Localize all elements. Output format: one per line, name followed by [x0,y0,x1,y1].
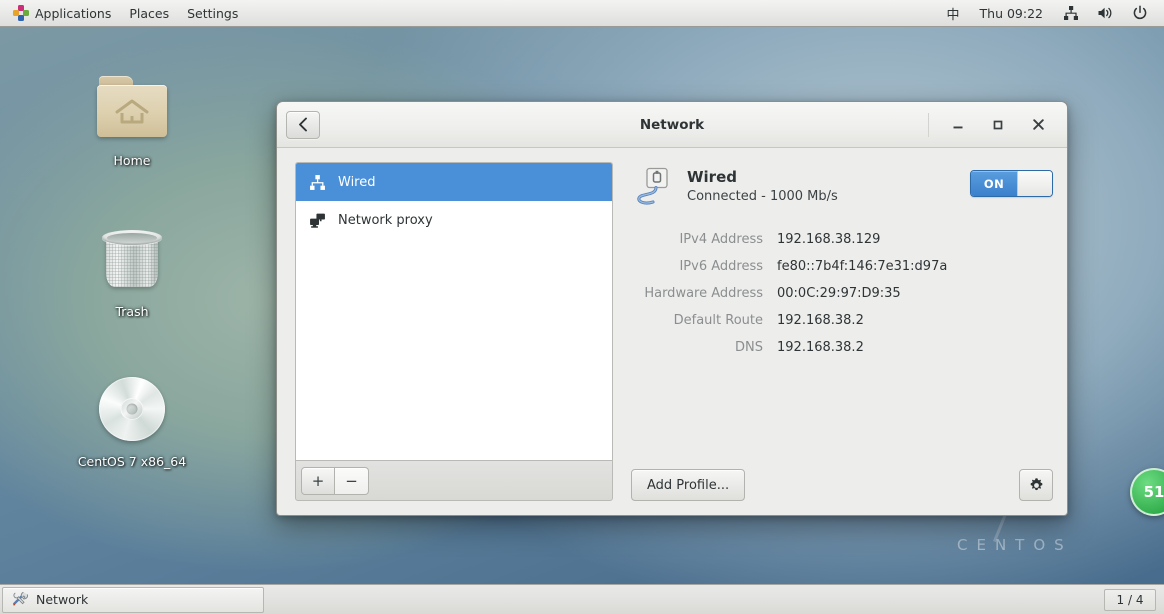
desktop-icon-trash[interactable]: Trash [67,221,197,319]
connection-toggle-label: ON [971,171,1017,196]
detail-value-ipv6: fe80::7b4f:146:7e31:d97a [777,259,948,274]
minimize-button[interactable] [938,102,978,148]
detail-label-ipv4: IPv4 Address [679,232,763,247]
minimize-icon [953,126,963,128]
workspace-indicator[interactable]: 1 / 4 [1104,588,1156,611]
menu-settings-label: Settings [187,5,239,21]
connection-title-block: Wired Connected - 1000 Mb/s [687,166,838,204]
detail-label-default-route: Default Route [673,313,763,328]
sidebar-item-network-proxy[interactable]: Network proxy [296,201,612,239]
detail-value-default-route: 192.168.38.2 [777,313,864,328]
top-panel: Applications Places Settings 中 Thu 09:22 [0,0,1164,27]
home-folder-icon [93,70,171,146]
detail-value-hardware-address: 00:0C:29:97:D9:35 [777,286,901,301]
detail-row-dns: DNS 192.168.38.2 [631,340,1053,355]
desktop-icon-centos-disc-label: CentOS 7 x86_64 [77,454,187,469]
desktop-icon-centos-disc[interactable]: CentOS 7 x86_64 [67,371,197,469]
detail-value-dns: 192.168.38.2 [777,340,864,355]
ime-chinese-icon: 中 [946,7,960,23]
connection-name: Wired [687,168,737,186]
optical-disc-icon [93,371,171,447]
connections-list: Wired Network proxy [295,162,613,460]
connection-details-table: IPv4 Address 192.168.38.129 IPv6 Address… [631,232,1053,367]
detail-value-ipv4: 192.168.38.129 [777,232,881,247]
wallpaper-watermark: CENTOS [957,536,1073,554]
network-tray-button[interactable] [1055,0,1087,27]
clock-label: Thu 09:22 [979,5,1043,21]
detail-label-ipv6: IPv6 Address [679,259,763,274]
sidebar-item-wired-label: Wired [338,174,376,190]
power-tray-icon [1133,5,1147,20]
remove-connection-button[interactable]: − [335,466,369,495]
connection-toggle-knob [1017,171,1052,196]
detail-row-ipv4: IPv4 Address 192.168.38.129 [631,232,1053,247]
connection-toggle[interactable]: ON [970,170,1053,197]
menu-applications[interactable]: Applications [4,0,120,27]
volume-tray-button[interactable] [1089,0,1122,27]
detail-row-ipv6: IPv6 Address fe80::7b4f:146:7e31:d97a [631,259,1053,274]
network-wired-icon [308,173,326,191]
detail-label-hardware-address: Hardware Address [644,286,763,301]
desktop-icon-trash-label: Trash [115,304,149,319]
connection-header: Wired Connected - 1000 Mb/s ON [631,166,1053,210]
maximize-icon [993,120,1003,129]
edge-badge[interactable]: 51 [1130,468,1164,516]
chevron-left-icon [298,117,307,132]
connections-sidebar: Wired Network proxy + − [295,162,613,501]
taskbar: Network 1 / 4 [0,584,1164,614]
clock[interactable]: Thu 09:22 [970,0,1053,27]
add-remove-group: + − [301,466,369,495]
panel-menu-group: Applications Places Settings [0,0,247,27]
desktop-screen: Applications Places Settings 中 Thu 09:22 [0,0,1164,614]
window-titlebar: Network [277,102,1067,148]
menu-applications-label: Applications [35,5,112,21]
taskbar-window-network-label: Network [36,592,89,607]
sidebar-item-wired[interactable]: Wired [296,163,612,201]
power-tray-button[interactable] [1124,0,1156,27]
applications-logo-icon [13,5,29,21]
menu-settings[interactable]: Settings [178,0,247,27]
sidebar-footer: + − [295,460,613,501]
add-profile-button[interactable]: Add Profile... [631,469,746,501]
connection-detail-pane: Wired Connected - 1000 Mb/s ON IPv4 Addr… [631,162,1053,501]
maximize-button[interactable] [978,102,1018,148]
detail-label-dns: DNS [735,340,763,355]
gear-icon [1030,477,1042,490]
back-button[interactable] [286,110,320,139]
desktop-icon-home-label: Home [113,153,151,168]
close-button[interactable] [1018,102,1058,148]
house-glyph-icon [115,99,149,124]
window-controls [928,102,1058,148]
detail-row-hardware-address: Hardware Address 00:0C:29:97:D9:35 [631,286,1053,301]
preferences-tools-icon [11,590,29,610]
network-proxy-icon [308,211,326,229]
connection-settings-button[interactable] [1019,469,1053,501]
network-settings-window: Network Wired Network proxy + − Wired Co… [276,101,1068,516]
input-method-indicator[interactable]: 中 [939,0,968,27]
volume-tray-icon [1098,7,1112,19]
menu-places-label: Places [129,5,170,21]
trash-icon [93,221,171,297]
desktop-icon-home[interactable]: Home [67,70,197,168]
detail-row-default-route: Default Route 192.168.38.2 [631,313,1053,328]
sidebar-item-network-proxy-label: Network proxy [338,212,433,228]
detail-footer: Add Profile... [631,469,1053,501]
ethernet-cable-icon [631,166,675,210]
network-tray-icon [1064,6,1078,20]
menu-places[interactable]: Places [120,0,178,27]
close-icon [1032,119,1044,130]
taskbar-window-network[interactable]: Network [2,586,264,613]
connection-status: Connected - 1000 Mb/s [687,189,838,204]
add-connection-button[interactable]: + [301,466,335,495]
system-tray: 中 Thu 09:22 [939,0,1164,27]
window-body: Wired Network proxy + − Wired Connected … [277,148,1067,515]
